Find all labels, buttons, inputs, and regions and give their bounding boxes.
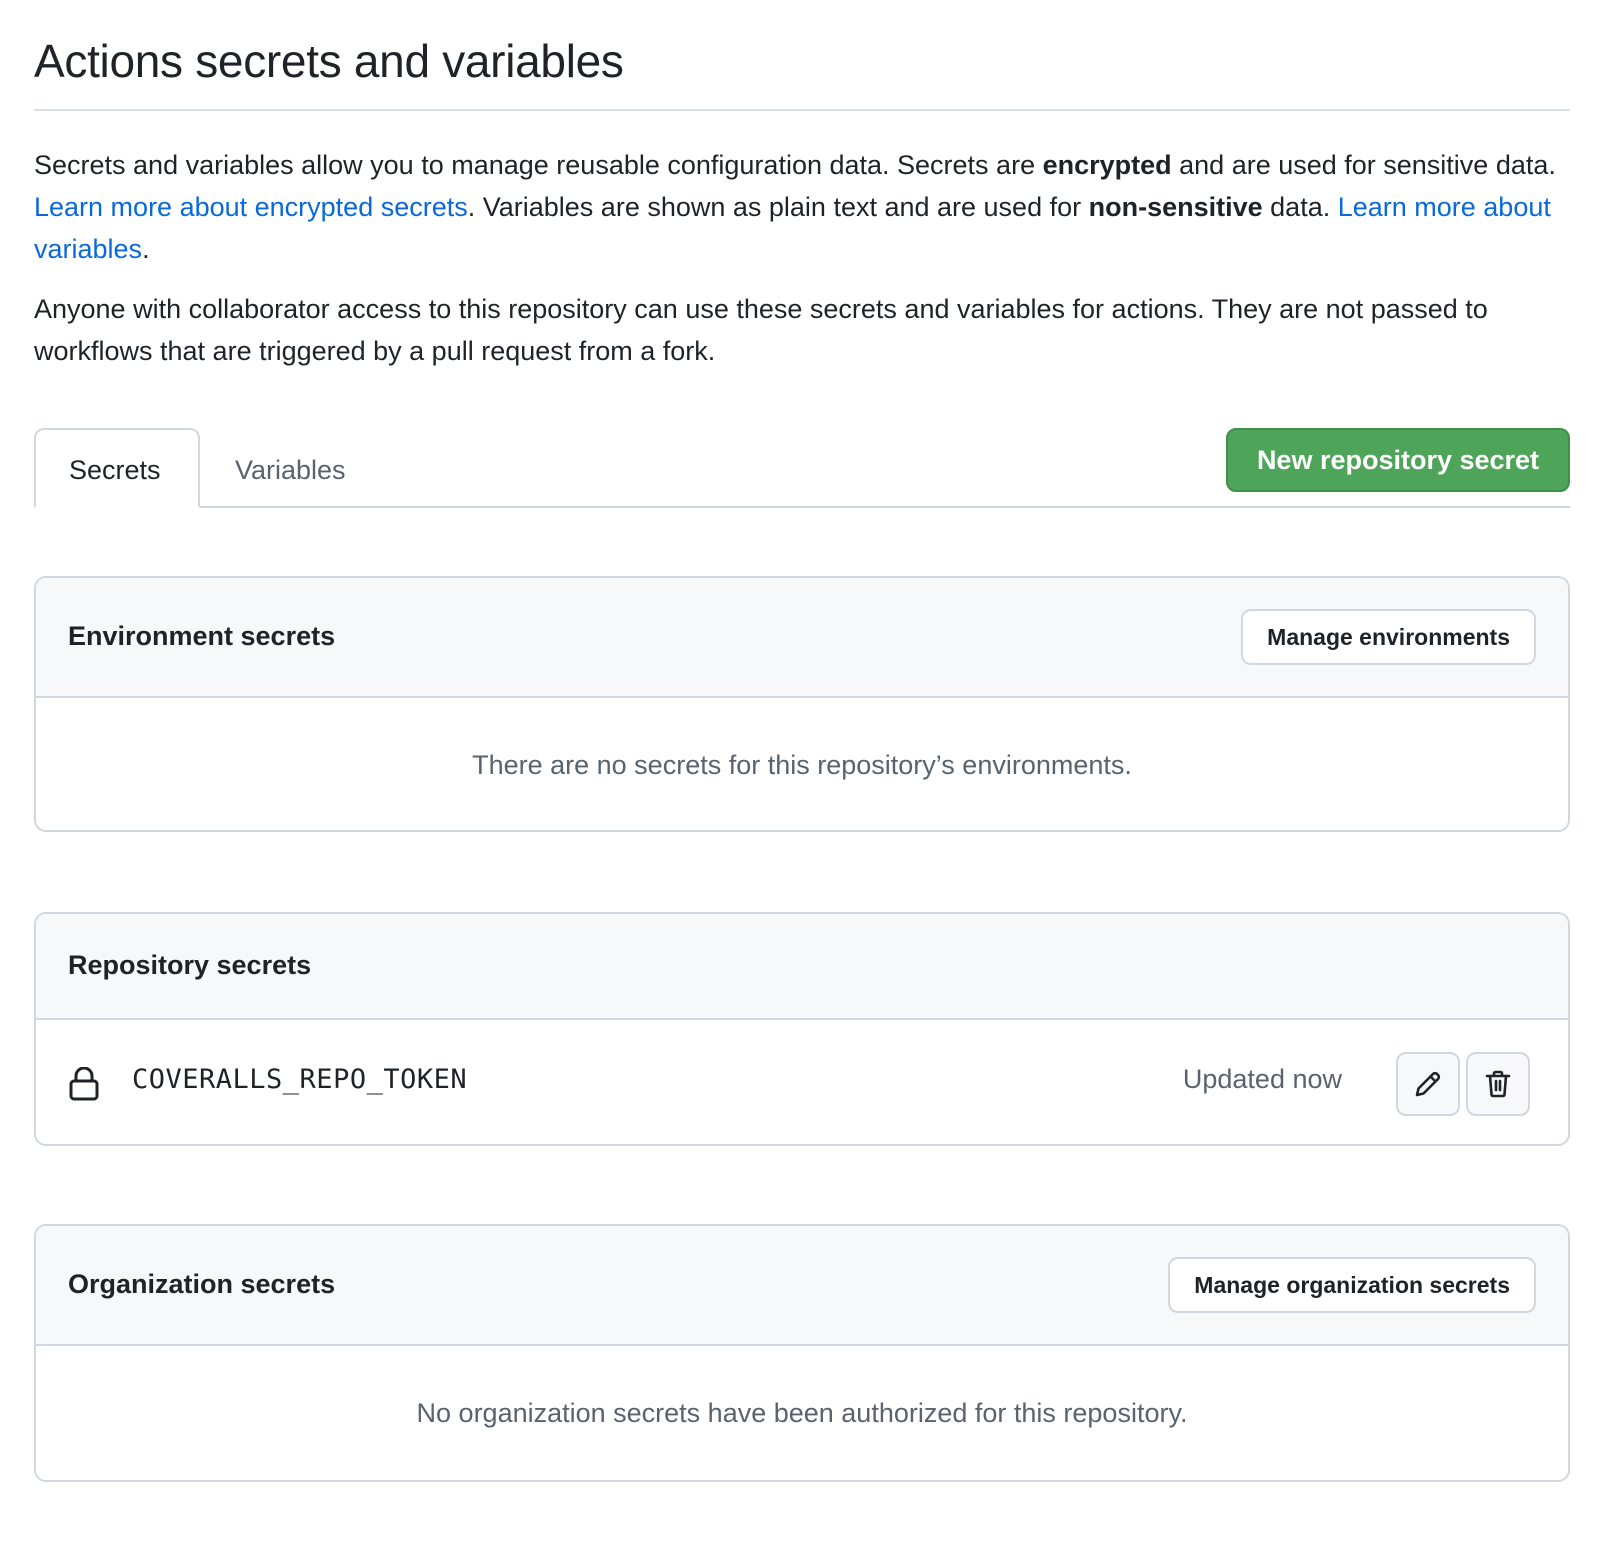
environment-secrets-header: Environment secrets Manage environments [36,578,1568,698]
secret-name: COVERALLS_REPO_TOKEN [132,1064,468,1095]
manage-organization-secrets-button[interactable]: Manage organization secrets [1168,1257,1536,1313]
intro-paragraph: Secrets and variables allow you to manag… [34,144,1570,270]
edit-secret-button[interactable] [1396,1052,1460,1116]
environment-secrets-box: Environment secrets Manage environments … [34,576,1570,832]
organization-secrets-empty: No organization secrets have been author… [416,1398,1188,1428]
intro-text: . Variables are shown as plain text and … [467,192,1089,222]
new-repository-secret-button[interactable]: New repository secret [1226,428,1570,492]
repository-secrets-header: Repository secrets [36,914,1568,1020]
intro-text: and are used for sensitive data. [1171,150,1556,180]
manage-environments-button[interactable]: Manage environments [1241,609,1536,665]
secret-updated-time: Updated now [1182,1064,1342,1094]
learn-more-encrypted-secrets-link[interactable]: Learn more about encrypted secrets [34,192,468,222]
page: Actions secrets and variables Secrets an… [34,0,1570,1482]
repository-secrets-title: Repository secrets [68,950,312,980]
environment-secrets-empty: There are no secrets for this repository… [472,750,1132,780]
organization-secrets-title: Organization secrets [68,1269,336,1299]
trash-icon [1485,1070,1511,1098]
intro-bold-encrypted: encrypted [1042,150,1172,180]
organization-secrets-header: Organization secrets Manage organization… [36,1226,1568,1346]
intro-text: data. [1262,192,1338,222]
environment-secrets-title: Environment secrets [68,621,336,651]
page-title: Actions secrets and variables [34,0,1570,111]
intro-text: . [142,234,150,264]
lock-icon [69,1067,99,1101]
repository-secrets-box: Repository secrets COVERALLS_REPO_TOKEN … [34,912,1570,1146]
secret-row: COVERALLS_REPO_TOKEN Updated now [36,1020,1568,1144]
intro-text: Secrets and variables allow you to manag… [34,150,1043,180]
collaborator-note: Anyone with collaborator access to this … [34,294,1488,366]
tab-secrets[interactable]: Secrets [34,428,200,508]
organization-secrets-box: Organization secrets Manage organization… [34,1224,1570,1482]
tab-variables[interactable]: Variables [200,428,381,508]
delete-secret-button[interactable] [1466,1052,1530,1116]
intro-bold-non-sensitive: non-sensitive [1088,192,1263,222]
pencil-icon [1415,1071,1441,1097]
